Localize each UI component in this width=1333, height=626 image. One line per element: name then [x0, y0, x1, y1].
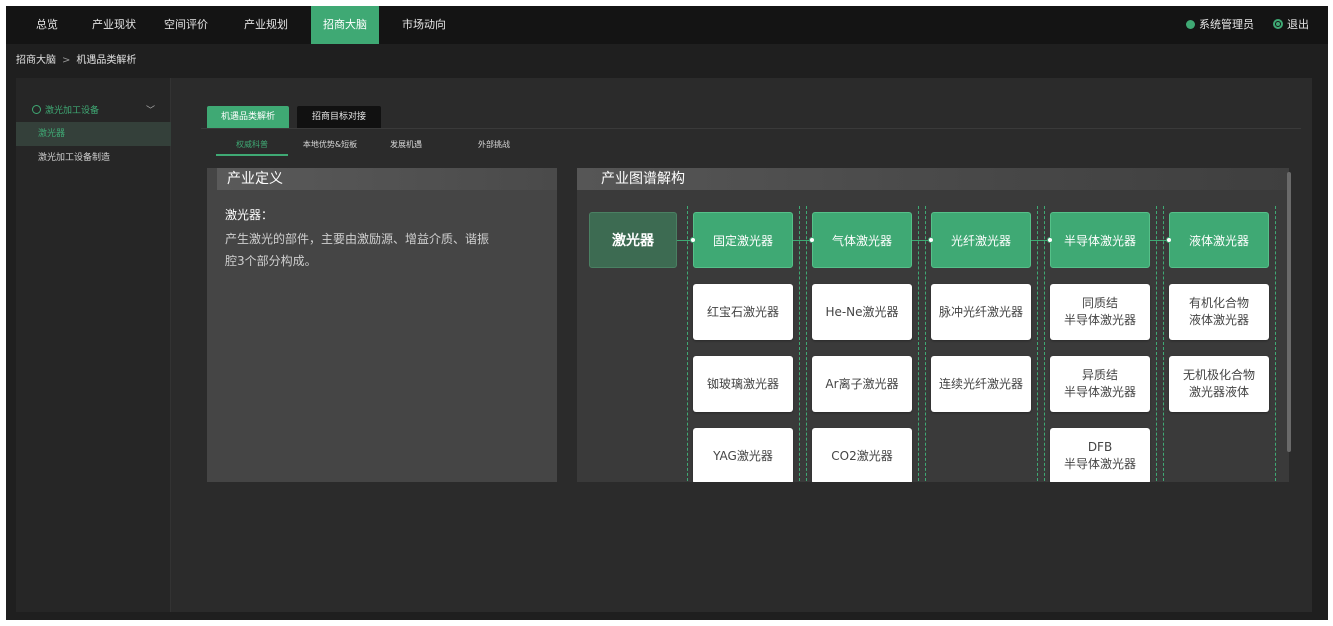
- column-guide-line: [1163, 206, 1164, 482]
- leaf-label: 脉冲光纤激光器: [938, 304, 1023, 319]
- definition-card: 产业定义 激光器： 产生激光的部件，主要由激励源、增益介质、谐振 腔3个部分构成…: [207, 168, 557, 482]
- leaf-node[interactable]: DFB 半导体激光器: [1050, 428, 1150, 482]
- subtab-opportunities[interactable]: 发展机遇: [376, 135, 436, 155]
- leaf-label: 铷玻璃激光器: [706, 376, 779, 391]
- leaf-label: 半导体激光器: [1063, 385, 1136, 399]
- leaf-label: DFB: [1087, 440, 1113, 454]
- nav-item-industry-planning[interactable]: 产业规划: [234, 6, 298, 44]
- definition-title: 产业定义: [227, 171, 283, 187]
- column-guide-line: [1037, 206, 1038, 482]
- leaf-label: 异质结: [1081, 368, 1118, 382]
- industry-map-card: 产业图谱解构 激光器 固定激光器红宝石激光器 铷玻璃激光器 YAG激光器 气体激光器 H…: [577, 168, 1289, 482]
- root-node[interactable]: 激光器: [589, 212, 677, 268]
- leaf-label: 液体激光器: [1188, 313, 1249, 327]
- definition-line-2: 腔3个部分构成。: [225, 254, 317, 268]
- leaf-node[interactable]: 异质结 半导体激光器: [1050, 356, 1150, 412]
- leaf-node[interactable]: 红宝石激光器: [693, 284, 793, 340]
- subtab-local-strengths[interactable]: 本地优势&短板: [294, 135, 366, 155]
- gear-icon: [32, 105, 41, 114]
- leaf-label: 有机化合物: [1188, 296, 1249, 310]
- column-guide-line: [918, 206, 919, 482]
- nav-item-market-trends[interactable]: 市场动向: [392, 6, 456, 44]
- definition-header: 产业定义: [207, 168, 557, 190]
- industry-map-header: 产业图谱解构: [577, 168, 1289, 190]
- leaf-label: 半导体激光器: [1063, 457, 1136, 471]
- scrollbar[interactable]: [1287, 172, 1291, 452]
- leaf-node[interactable]: He-Ne激光器: [812, 284, 912, 340]
- connector-dot: [1047, 237, 1053, 243]
- leaf-node[interactable]: CO2激光器: [812, 428, 912, 482]
- column-guide-line: [1156, 206, 1157, 482]
- app-frame: 总览 产业现状 空间评价 产业规划 招商大脑 市场动向 系统管理员 退出 招商大…: [6, 6, 1328, 620]
- column-guide-line: [925, 206, 926, 482]
- leaf-node[interactable]: YAG激光器: [693, 428, 793, 482]
- leaf-label: CO2激光器: [831, 448, 893, 463]
- leaf-node[interactable]: 连续光纤激光器: [931, 356, 1031, 412]
- leaf-node[interactable]: Ar离子激光器: [812, 356, 912, 412]
- sidebar-group-laser-equipment[interactable]: 激光加工设备 ﹀: [16, 100, 171, 122]
- breadcrumb-separator: >: [62, 55, 71, 66]
- sidebar-item-laser[interactable]: 激光器: [16, 122, 171, 146]
- nav-item-industry-status[interactable]: 产业现状: [82, 6, 146, 44]
- user-icon: [1186, 20, 1195, 29]
- column-guide-line: [806, 206, 807, 482]
- leaf-node[interactable]: 脉冲光纤激光器: [931, 284, 1031, 340]
- sidebar-group-label: 激光加工设备: [45, 106, 100, 116]
- connector-dot: [690, 237, 696, 243]
- connector-dot: [809, 237, 815, 243]
- breadcrumb-root[interactable]: 招商大脑: [16, 55, 56, 66]
- definition-text: 产生激光的部件，主要由激励源、增益介质、谐振 腔3个部分构成。: [225, 228, 545, 272]
- column-guide-line: [687, 206, 688, 482]
- user-label: 系统管理员: [1199, 18, 1254, 31]
- leaf-label: 连续光纤激光器: [938, 376, 1023, 391]
- leaf-label: 红宝石激光器: [706, 304, 779, 319]
- sidebar: 激光加工设备 ﹀ 激光器 激光加工设备制造: [16, 78, 171, 612]
- content-panel: 激光加工设备 ﹀ 激光器 激光加工设备制造 机遇品类解析 招商目标对接 权威科普…: [16, 78, 1312, 612]
- nav-item-overview[interactable]: 总览: [20, 6, 74, 44]
- logout-button[interactable]: 退出: [1273, 6, 1309, 44]
- tab-opportunity-analysis[interactable]: 机遇品类解析: [207, 106, 289, 128]
- leaf-label: He-Ne激光器: [825, 304, 899, 319]
- leaf-label: 激光器液体: [1188, 385, 1249, 399]
- category-node[interactable]: 气体激光器: [812, 212, 912, 268]
- column-guide-line: [1275, 206, 1276, 482]
- leaf-label: Ar离子激光器: [825, 376, 899, 391]
- breadcrumb: 招商大脑 > 机遇品类解析: [16, 50, 136, 72]
- definition-line-1: 产生激光的部件，主要由激励源、增益介质、谐振: [225, 232, 490, 246]
- category-node[interactable]: 光纤激光器: [931, 212, 1031, 268]
- active-tab-indicator: [216, 154, 288, 156]
- connector-dot: [928, 237, 934, 243]
- category-node[interactable]: 固定激光器: [693, 212, 793, 268]
- tab-divider: [201, 128, 1301, 129]
- breadcrumb-current: 机遇品类解析: [76, 55, 137, 66]
- subtab-challenges[interactable]: 外部挑战: [464, 135, 524, 155]
- industry-map-title: 产业图谱解构: [601, 171, 685, 187]
- tab-target-matching[interactable]: 招商目标对接: [297, 106, 381, 128]
- leaf-node[interactable]: 无机极化合物 激光器液体: [1169, 356, 1269, 412]
- nav-item-investment-brain[interactable]: 招商大脑: [311, 6, 379, 44]
- nav-item-space-evaluation[interactable]: 空间评价: [162, 6, 210, 44]
- definition-term: 激光器：: [225, 208, 274, 222]
- leaf-node[interactable]: 同质结 半导体激光器: [1050, 284, 1150, 340]
- leaf-label: YAG激光器: [713, 448, 773, 463]
- column-guide-line: [1044, 206, 1045, 482]
- logout-label: 退出: [1287, 18, 1309, 31]
- connector-dot: [1166, 237, 1172, 243]
- category-node[interactable]: 液体激光器: [1169, 212, 1269, 268]
- leaf-label: 同质结: [1081, 296, 1118, 310]
- leaf-label: 无机极化合物: [1182, 368, 1255, 382]
- sidebar-item-laser-equipment-manufacturing[interactable]: 激光加工设备制造: [16, 146, 171, 170]
- leaf-node[interactable]: 有机化合物液体激光器: [1169, 284, 1269, 340]
- chevron-down-icon: ﹀: [145, 106, 155, 116]
- user-menu[interactable]: 系统管理员: [1186, 6, 1254, 44]
- leaf-node[interactable]: 铷玻璃激光器: [693, 356, 793, 412]
- column-guide-line: [799, 206, 800, 482]
- subtab-authoritative-science[interactable]: 权威科普: [216, 135, 288, 155]
- category-node[interactable]: 半导体激光器: [1050, 212, 1150, 268]
- top-nav: 总览 产业现状 空间评价 产业规划 招商大脑 市场动向 系统管理员 退出: [6, 6, 1328, 44]
- leaf-label: 半导体激光器: [1063, 313, 1136, 327]
- power-icon: [1273, 19, 1283, 29]
